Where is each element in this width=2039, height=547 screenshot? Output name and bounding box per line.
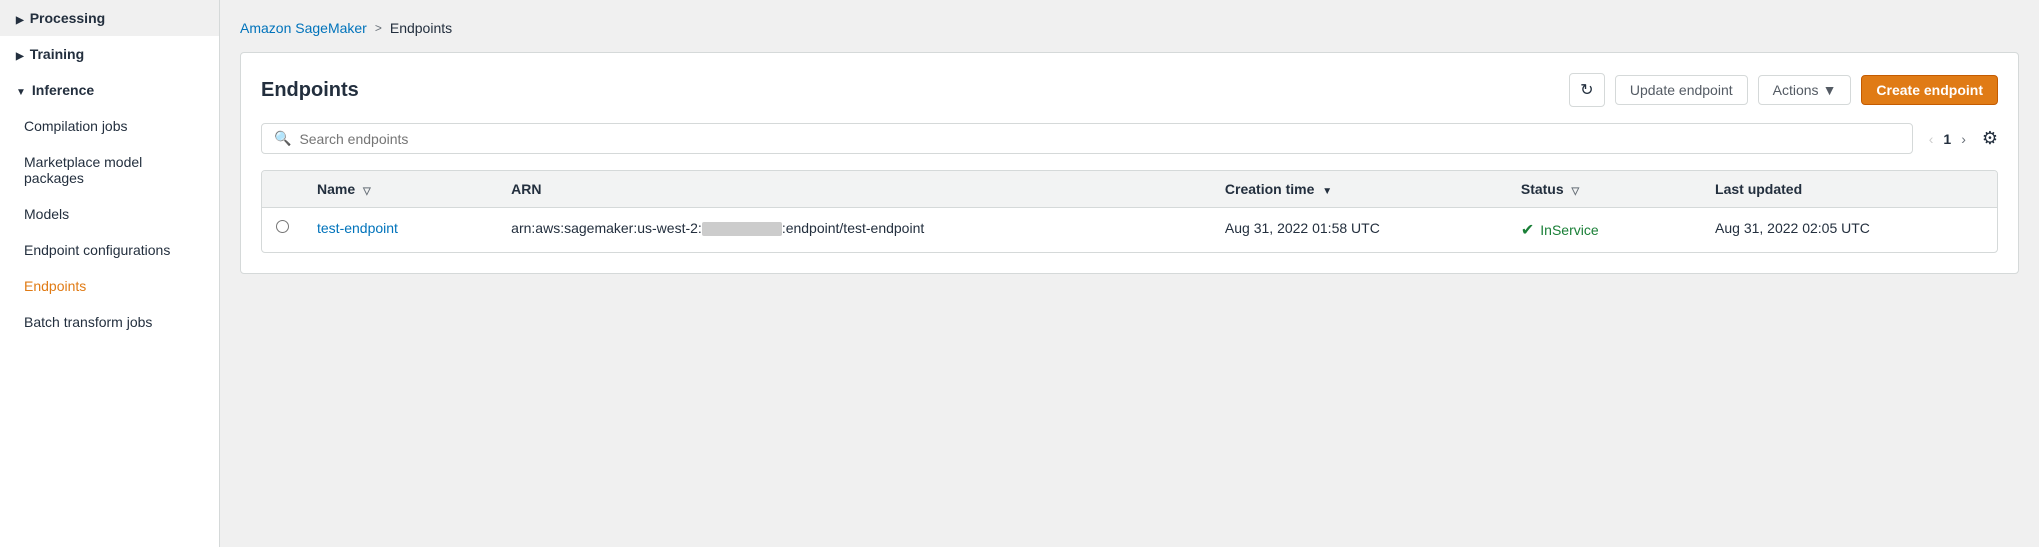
breadcrumb-parent-link[interactable]: Amazon SageMaker	[240, 20, 367, 36]
breadcrumb-separator: >	[375, 21, 382, 35]
search-row: 🔍 ‹ 1 › ⚙	[261, 123, 1998, 154]
status-inservice: ✔ InService	[1521, 220, 1687, 240]
arn-redacted	[702, 222, 782, 236]
pagination-prev-button[interactable]: ‹	[1925, 129, 1938, 149]
creation-time-sort-icon: ▼	[1322, 186, 1332, 197]
endpoint-name-link[interactable]: test-endpoint	[317, 220, 398, 236]
row-status-cell: ✔ InService	[1507, 208, 1701, 253]
update-endpoint-button[interactable]: Update endpoint	[1615, 75, 1748, 105]
breadcrumb: Amazon SageMaker > Endpoints	[240, 20, 2019, 36]
pagination: ‹ 1 ›	[1925, 129, 1970, 149]
panel-title: Endpoints	[261, 79, 1559, 102]
sidebar-item-endpoint-configurations[interactable]: Endpoint configurations	[0, 232, 219, 268]
row-last-updated-cell: Aug 31, 2022 02:05 UTC	[1701, 208, 1997, 253]
row-select-cell[interactable]	[262, 208, 303, 253]
endpoints-table: Name ▽ ARN Creation time ▼ Status ▽	[261, 170, 1998, 253]
search-input[interactable]	[299, 131, 1899, 147]
chevron-right-icon	[16, 10, 24, 26]
sidebar-item-compilation-jobs[interactable]: Compilation jobs	[0, 108, 219, 144]
row-radio-input[interactable]	[276, 220, 289, 233]
sidebar-item-models[interactable]: Models	[0, 196, 219, 232]
table-header-creation-time[interactable]: Creation time ▼	[1211, 171, 1507, 208]
sidebar-item-batch-transform-jobs[interactable]: Batch transform jobs	[0, 304, 219, 340]
table-header-row: Name ▽ ARN Creation time ▼ Status ▽	[262, 171, 1997, 208]
chevron-right-icon	[16, 46, 24, 62]
row-creation-time-cell: Aug 31, 2022 01:58 UTC	[1211, 208, 1507, 253]
table-header-status[interactable]: Status ▽	[1507, 171, 1701, 208]
sidebar-item-processing[interactable]: Processing	[0, 0, 219, 36]
chevron-down-icon	[16, 82, 26, 98]
actions-chevron-icon: ▼	[1823, 82, 1837, 98]
search-bar: 🔍	[261, 123, 1913, 154]
sidebar-item-endpoints[interactable]: Endpoints	[0, 268, 219, 304]
row-name-cell: test-endpoint	[303, 208, 497, 253]
name-sort-icon: ▽	[363, 186, 371, 197]
sidebar-item-marketplace-model-packages[interactable]: Marketplace model packages	[0, 144, 219, 196]
endpoints-panel: Endpoints ↻ Update endpoint Actions ▼ Cr…	[240, 52, 2019, 274]
table-header-select	[262, 171, 303, 208]
search-icon: 🔍	[274, 130, 291, 147]
pagination-current-page: 1	[1943, 131, 1951, 147]
table-header-name[interactable]: Name ▽	[303, 171, 497, 208]
create-endpoint-button[interactable]: Create endpoint	[1861, 75, 1998, 105]
table-settings-button[interactable]: ⚙	[1982, 128, 1998, 149]
status-check-icon: ✔	[1521, 220, 1534, 240]
status-sort-icon: ▽	[1572, 186, 1580, 197]
table-header-arn: ARN	[497, 171, 1211, 208]
actions-button[interactable]: Actions ▼	[1758, 75, 1852, 105]
panel-header: Endpoints ↻ Update endpoint Actions ▼ Cr…	[261, 73, 1998, 107]
refresh-button[interactable]: ↻	[1569, 73, 1605, 107]
pagination-next-button[interactable]: ›	[1957, 129, 1970, 149]
table-header-last-updated: Last updated	[1701, 171, 1997, 208]
sidebar-item-training[interactable]: Training	[0, 36, 219, 72]
table-row: test-endpoint arn:aws:sagemaker:us-west-…	[262, 208, 1997, 253]
sidebar: Processing Training Inference Compilatio…	[0, 0, 220, 547]
breadcrumb-current: Endpoints	[390, 20, 452, 36]
row-arn-cell: arn:aws:sagemaker:us-west-2: :endpoint/t…	[497, 208, 1211, 253]
sidebar-item-inference[interactable]: Inference	[0, 72, 219, 108]
main-content: Amazon SageMaker > Endpoints Endpoints ↻…	[220, 0, 2039, 547]
